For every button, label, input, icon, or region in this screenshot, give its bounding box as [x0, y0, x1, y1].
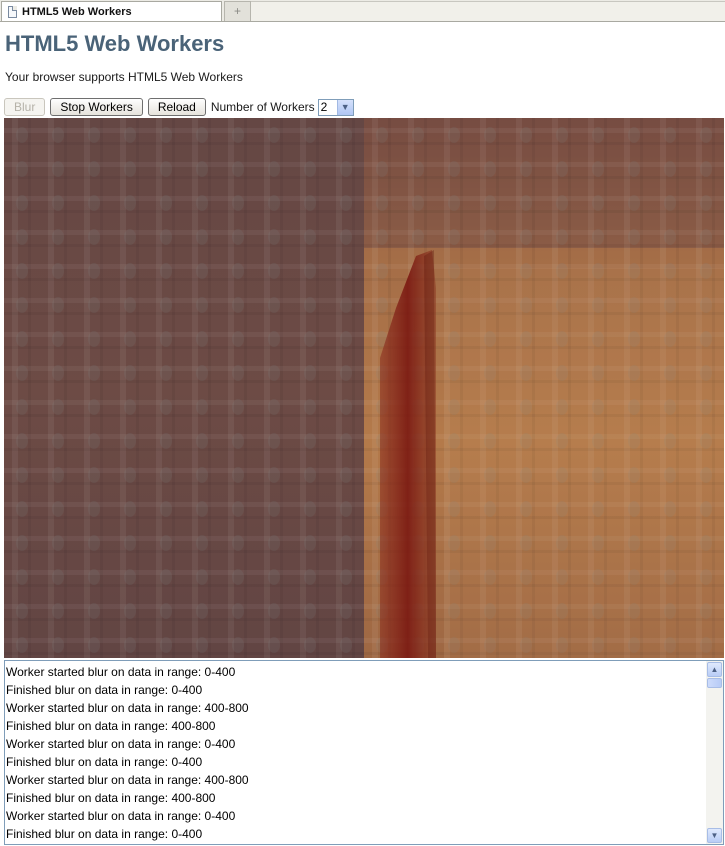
controls-bar: Blur Stop Workers Reload Number of Worke… [4, 97, 354, 117]
chevron-down-icon: ▼ [336, 99, 353, 115]
blur-canvas [4, 118, 724, 658]
log-line: Finished blur on data in range: 0-400 [6, 683, 203, 697]
tab-title: HTML5 Web Workers [22, 5, 132, 18]
new-tab-button[interactable]: + [224, 1, 251, 21]
log-lines: Worker started blur on data in range: 0-… [6, 663, 705, 843]
workers-select[interactable]: 2 ▼ [317, 98, 354, 116]
tab-strip: HTML5 Web Workers + [0, 0, 725, 22]
support-message: Your browser supports HTML5 Web Workers [5, 70, 243, 84]
page-icon [8, 5, 17, 18]
log-line: Finished blur on data in range: 0-400 [6, 755, 203, 769]
worker-log[interactable]: Worker started blur on data in range: 0-… [4, 660, 724, 845]
log-line: Worker started blur on data in range: 0-… [6, 665, 236, 679]
page-title: HTML5 Web Workers [5, 31, 225, 56]
scroll-down-icon[interactable]: ▼ [707, 828, 722, 843]
log-scrollbar[interactable]: ▲ ▼ [706, 661, 723, 844]
log-line: Worker started blur on data in range: 40… [6, 773, 249, 787]
log-line: Worker started blur on data in range: 0-… [6, 737, 236, 751]
workers-select-value: 2 [320, 100, 328, 114]
log-line: Finished blur on data in range: 400-800 [6, 791, 216, 805]
blur-button[interactable]: Blur [4, 98, 46, 116]
scroll-thumb[interactable] [707, 678, 722, 688]
workers-label: Number of Workers [210, 100, 315, 114]
log-line: Finished blur on data in range: 400-800 [6, 719, 216, 733]
log-line: Finished blur on data in range: 0-400 [6, 827, 203, 841]
log-line: Worker started blur on data in range: 40… [6, 701, 249, 715]
blurred-image [4, 118, 724, 658]
tab-strip-empty [251, 1, 725, 21]
scroll-up-icon[interactable]: ▲ [707, 662, 722, 677]
plus-icon: + [233, 4, 241, 18]
reload-button[interactable]: Reload [147, 98, 206, 116]
log-line: Worker started blur on data in range: 0-… [6, 809, 236, 823]
tab-html5-web-workers[interactable]: HTML5 Web Workers [1, 1, 222, 21]
stop-workers-button[interactable]: Stop Workers [50, 98, 143, 116]
